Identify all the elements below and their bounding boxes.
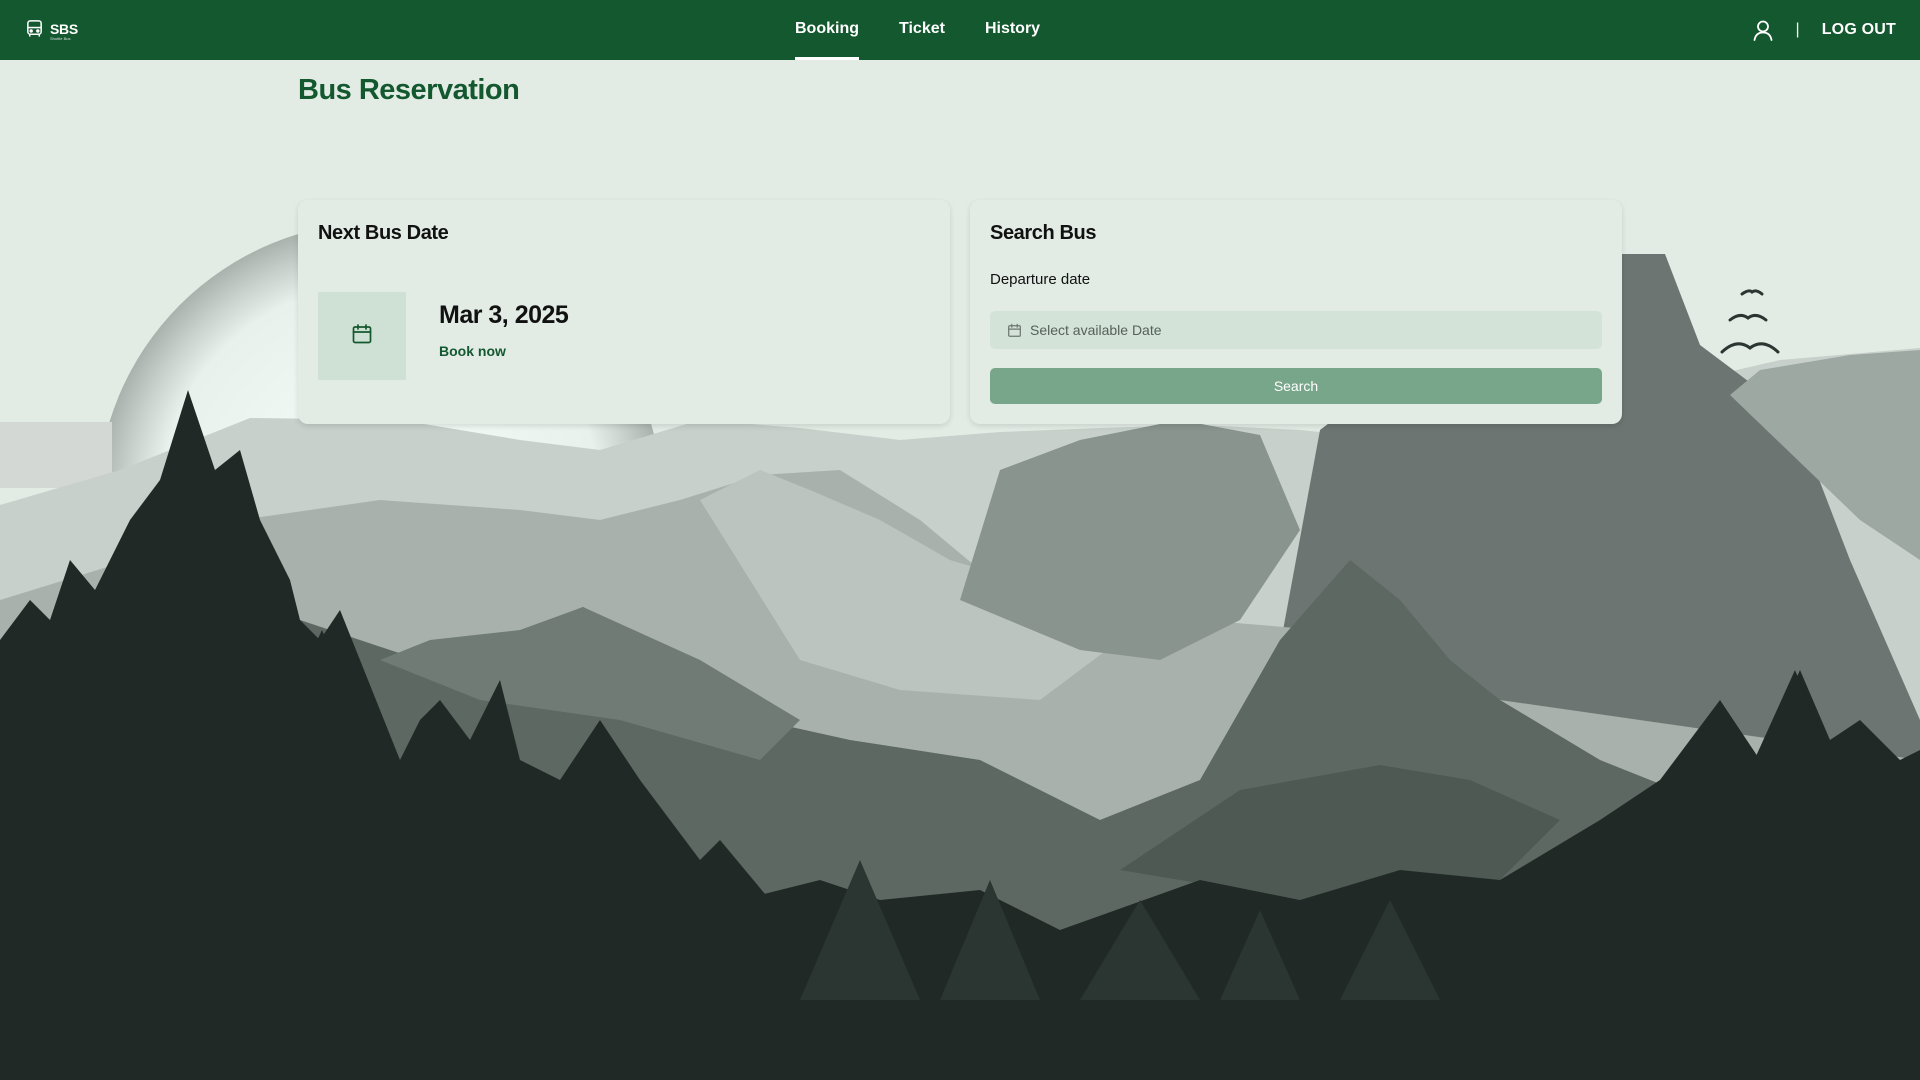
mountain-background xyxy=(0,222,1920,1080)
header-actions: | LOG OUT xyxy=(1752,0,1896,60)
top-navbar: SBS Shuttle Bus Booking Ticket History |… xyxy=(0,0,1920,60)
tab-history[interactable]: History xyxy=(985,0,1040,60)
tab-ticket[interactable]: Ticket xyxy=(899,0,945,60)
next-bus-card: Next Bus Date Mar 3, 2025 Book now xyxy=(298,200,950,424)
logout-button[interactable]: LOG OUT xyxy=(1822,21,1896,39)
search-bus-card: Search Bus Departure date Select availab… xyxy=(970,200,1622,424)
main-nav: Booking Ticket History xyxy=(795,0,1040,60)
header-separator: | xyxy=(1795,21,1800,38)
next-bus-date: Mar 3, 2025 xyxy=(439,301,569,329)
calendar-icon xyxy=(351,323,373,350)
calendar-tile xyxy=(318,292,406,380)
calendar-icon xyxy=(1007,323,1022,338)
bus-icon xyxy=(25,19,44,43)
birds xyxy=(1720,289,1780,354)
book-now-link[interactable]: Book now xyxy=(439,343,506,359)
logo-subtext: Shuttle Bus xyxy=(50,35,71,41)
app-logo[interactable]: SBS Shuttle Bus xyxy=(25,19,78,43)
page-title: Bus Reservation xyxy=(298,74,520,106)
search-button[interactable]: Search xyxy=(990,368,1602,404)
next-bus-title: Next Bus Date xyxy=(318,222,449,244)
date-input-placeholder: Select available Date xyxy=(1030,322,1162,338)
search-bus-title: Search Bus xyxy=(990,222,1097,244)
departure-date-input[interactable]: Select available Date xyxy=(990,311,1602,349)
tab-booking[interactable]: Booking xyxy=(795,0,859,60)
logo-text-group: SBS Shuttle Bus xyxy=(50,22,78,41)
user-icon[interactable] xyxy=(1752,19,1774,41)
logo-text: SBS xyxy=(50,20,78,37)
departure-date-label: Departure date xyxy=(990,271,1091,288)
